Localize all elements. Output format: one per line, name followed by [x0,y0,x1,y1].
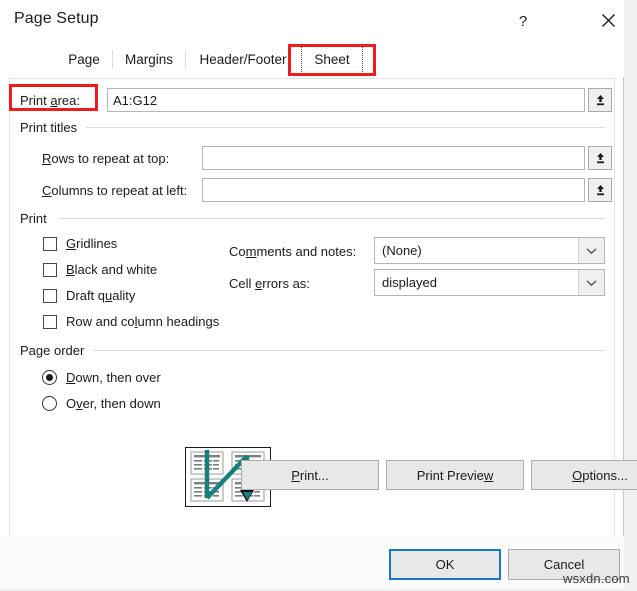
ok-button[interactable]: OK [389,549,501,580]
cell-errors-as-value: displayed [382,275,437,290]
tab-sheet[interactable]: Sheet [301,44,363,74]
rows-to-repeat-label: Rows to repeat at top: [42,151,170,166]
tab-sheet-label: Sheet [314,51,350,67]
options-button[interactable]: Options... [531,460,637,490]
columns-to-repeat-label: Columns to repeat at left: [42,183,188,198]
watermark: wsxdn.com [563,571,630,586]
print-preview-button-label: Print Preview [416,467,494,483]
svg-text:?: ? [519,13,527,29]
checkbox-gridlines-label: Gridlines [66,236,118,251]
print-button-label: Print... [291,467,329,483]
checkbox-row-column-headings[interactable]: Row and column headings [43,314,219,329]
tab-header-footer[interactable]: Header/Footer [186,44,300,74]
tab-margins-label: Margins [124,51,173,67]
radio-down-then-over-label: Down, then over [66,370,161,385]
collapse-dialog-icon [596,184,604,195]
collapse-dialog-icon [596,152,604,163]
rows-to-repeat-input[interactable] [202,146,585,170]
checkbox-black-and-white[interactable]: Black and white [43,262,157,277]
page-order-group-rule [93,350,605,351]
print-area-label: Print area: [20,93,80,108]
radio-circle [42,396,57,411]
checkbox-box [43,236,57,251]
tab-header-footer-label: Header/Footer [199,51,287,67]
tab-page-label: Page [68,51,100,67]
close-x-icon [601,13,615,27]
columns-to-repeat-input[interactable] [202,178,585,202]
tab-page[interactable]: Page [56,44,112,74]
close-button[interactable] [591,4,625,36]
tab-strip: Page Margins Header/Footer Sheet [0,41,624,77]
page-setup-dialog: Page Setup ? Page Margins Header/Footer … [0,0,637,589]
options-button-label: Options... [572,467,628,483]
cancel-button-label: Cancel [543,557,585,572]
print-group-label: Print [20,211,53,226]
title-bar: Page Setup ? [0,0,624,41]
help-button[interactable]: ? [506,4,540,36]
chevron-down-icon [578,238,604,263]
page-order-group-label: Page order [20,343,91,358]
radio-circle [42,370,57,385]
question-mark-icon: ? [519,13,527,29]
checkbox-draft-quality-label: Draft quality [66,288,136,303]
checkbox-box [43,262,57,277]
cell-errors-as-select[interactable]: displayed [374,269,605,296]
window-title: Page Setup [14,10,99,27]
rows-to-repeat-collapse-button[interactable] [588,146,612,170]
checkbox-draft-quality[interactable]: Draft quality [43,288,135,303]
cell-errors-as-label: Cell errors as: [229,276,310,291]
print-area-input[interactable] [107,88,585,112]
comments-and-notes-select[interactable]: (None) [374,237,605,264]
print-preview-button[interactable]: Print Preview [386,460,524,490]
columns-to-repeat-collapse-button[interactable] [588,178,612,202]
sheet-tab-panel: Print area: Print titles Rows to repeat … [9,78,637,535]
print-button[interactable]: Print... [241,460,379,490]
comments-and-notes-label: Comments and notes: [229,244,357,259]
radio-over-then-down[interactable]: Over, then down [42,396,161,411]
checkbox-black-and-white-label: Black and white [66,262,158,277]
checkbox-box [43,314,57,329]
print-titles-group-rule [86,127,605,128]
print-titles-group-label: Print titles [20,120,84,135]
checkbox-box [43,288,57,303]
chevron-down-icon [578,270,604,295]
checkbox-gridlines[interactable]: Gridlines [43,236,117,251]
comments-and-notes-value: (None) [382,243,422,258]
checkbox-row-column-headings-label: Row and column headings [66,314,220,329]
ok-button-label: OK [435,557,455,572]
collapse-dialog-icon [596,94,604,105]
tab-margins[interactable]: Margins [113,44,185,74]
print-area-collapse-button[interactable] [588,88,612,112]
radio-over-then-down-label: Over, then down [66,396,161,411]
radio-down-then-over[interactable]: Down, then over [42,370,161,385]
print-group-rule [58,218,605,219]
